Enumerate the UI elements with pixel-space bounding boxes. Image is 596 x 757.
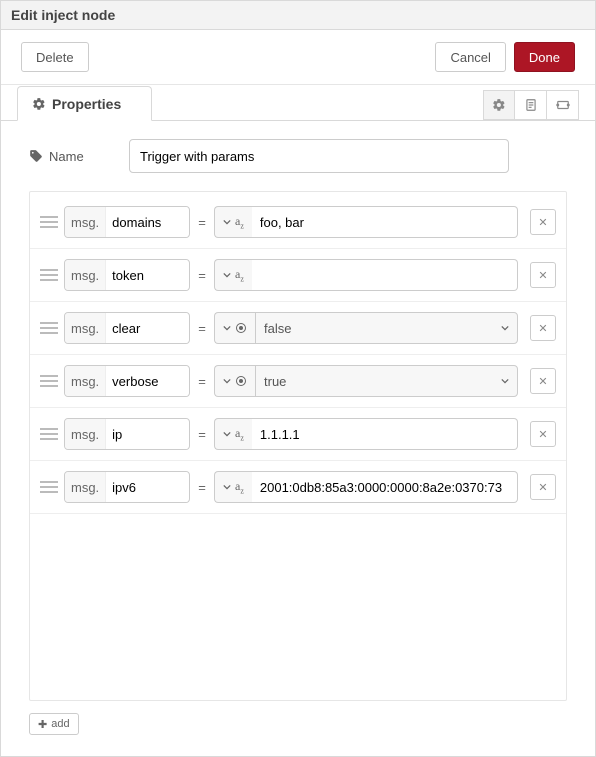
- property-key-box: msg.: [64, 418, 190, 450]
- close-icon: ✕: [538, 216, 547, 229]
- bool-value: false: [264, 321, 291, 336]
- msg-prefix: msg.: [65, 472, 106, 502]
- action-bar: Delete Cancel Done: [1, 30, 595, 85]
- property-value-input[interactable]: [252, 206, 518, 238]
- property-row: msg. = az ✕: [30, 408, 566, 461]
- property-key-input[interactable]: [106, 260, 188, 290]
- close-icon: ✕: [538, 322, 547, 335]
- delete-row-button[interactable]: ✕: [530, 262, 556, 288]
- node-appearance-button[interactable]: [547, 90, 579, 120]
- value-wrap: az: [214, 259, 518, 291]
- value-wrap: true: [214, 365, 518, 397]
- property-bool-select[interactable]: false: [255, 312, 518, 344]
- property-row: msg. = az ✕: [30, 249, 566, 302]
- string-type-icon: az: [235, 426, 244, 442]
- string-type-icon: az: [235, 479, 244, 495]
- bool-type-icon: [235, 375, 247, 387]
- tag-icon: [29, 149, 43, 163]
- property-value-input[interactable]: [252, 259, 518, 291]
- string-type-icon: az: [235, 214, 244, 230]
- property-key-input[interactable]: [106, 313, 188, 343]
- add-button[interactable]: ✚ add: [29, 713, 79, 735]
- equals-label: =: [196, 427, 208, 442]
- bool-value: true: [264, 374, 286, 389]
- delete-row-button[interactable]: ✕: [530, 421, 556, 447]
- property-row: msg. = az ✕: [30, 461, 566, 514]
- property-key-box: msg.: [64, 206, 190, 238]
- add-label: add: [51, 718, 69, 730]
- drag-handle-icon[interactable]: [40, 372, 58, 390]
- tabs-row: Properties: [1, 85, 595, 121]
- property-row: msg. = false ✕: [30, 302, 566, 355]
- property-key-input[interactable]: [106, 366, 188, 396]
- bool-type-icon: [235, 322, 247, 334]
- close-icon: ✕: [538, 375, 547, 388]
- value-wrap: az: [214, 471, 518, 503]
- tab-properties[interactable]: Properties: [17, 86, 152, 121]
- properties-list: msg.=az✕msg.=az✕msg.=false✕msg.=true✕msg…: [29, 191, 567, 701]
- layout-icon: [556, 98, 570, 112]
- close-icon: ✕: [538, 481, 547, 494]
- property-key-box: msg.: [64, 365, 190, 397]
- name-row: Name: [29, 139, 567, 173]
- delete-row-button[interactable]: ✕: [530, 368, 556, 394]
- property-key-box: msg.: [64, 471, 190, 503]
- name-label: Name: [49, 149, 84, 164]
- type-selector[interactable]: az: [214, 206, 252, 238]
- msg-prefix: msg.: [65, 313, 106, 343]
- type-selector[interactable]: az: [214, 418, 252, 450]
- type-selector[interactable]: [214, 312, 255, 344]
- delete-button[interactable]: Delete: [21, 42, 89, 72]
- done-button[interactable]: Done: [514, 42, 575, 72]
- type-selector[interactable]: [214, 365, 255, 397]
- delete-row-button[interactable]: ✕: [530, 209, 556, 235]
- gear-icon: [32, 97, 46, 111]
- property-key-box: msg.: [64, 312, 190, 344]
- gear-icon: [492, 98, 506, 112]
- node-settings-button[interactable]: [483, 90, 515, 120]
- msg-prefix: msg.: [65, 207, 106, 237]
- string-type-icon: az: [235, 267, 244, 283]
- property-row: msg. = az ✕: [30, 196, 566, 249]
- value-wrap: az: [214, 418, 518, 450]
- property-row: msg. = true ✕: [30, 355, 566, 408]
- delete-row-button[interactable]: ✕: [530, 474, 556, 500]
- tab-properties-label: Properties: [52, 96, 121, 112]
- drag-handle-icon[interactable]: [40, 213, 58, 231]
- msg-prefix: msg.: [65, 366, 106, 396]
- close-icon: ✕: [538, 269, 547, 282]
- equals-label: =: [196, 268, 208, 283]
- property-value-input[interactable]: [252, 471, 518, 503]
- property-key-box: msg.: [64, 259, 190, 291]
- plus-icon: ✚: [38, 718, 47, 731]
- drag-handle-icon[interactable]: [40, 425, 58, 443]
- file-icon: [524, 98, 538, 112]
- close-icon: ✕: [538, 428, 547, 441]
- drag-handle-icon[interactable]: [40, 319, 58, 337]
- dialog-title: Edit inject node: [1, 1, 595, 30]
- msg-prefix: msg.: [65, 260, 106, 290]
- property-bool-select[interactable]: true: [255, 365, 518, 397]
- cancel-button[interactable]: Cancel: [435, 42, 505, 72]
- type-selector[interactable]: az: [214, 259, 252, 291]
- equals-label: =: [196, 215, 208, 230]
- msg-prefix: msg.: [65, 419, 106, 449]
- property-key-input[interactable]: [106, 207, 188, 237]
- equals-label: =: [196, 374, 208, 389]
- drag-handle-icon[interactable]: [40, 478, 58, 496]
- delete-row-button[interactable]: ✕: [530, 315, 556, 341]
- equals-label: =: [196, 321, 208, 336]
- drag-handle-icon[interactable]: [40, 266, 58, 284]
- type-selector[interactable]: az: [214, 471, 252, 503]
- name-input[interactable]: [129, 139, 509, 173]
- value-wrap: false: [214, 312, 518, 344]
- property-value-input[interactable]: [252, 418, 518, 450]
- property-key-input[interactable]: [106, 419, 188, 449]
- node-description-button[interactable]: [515, 90, 547, 120]
- equals-label: =: [196, 480, 208, 495]
- property-key-input[interactable]: [106, 472, 188, 502]
- value-wrap: az: [214, 206, 518, 238]
